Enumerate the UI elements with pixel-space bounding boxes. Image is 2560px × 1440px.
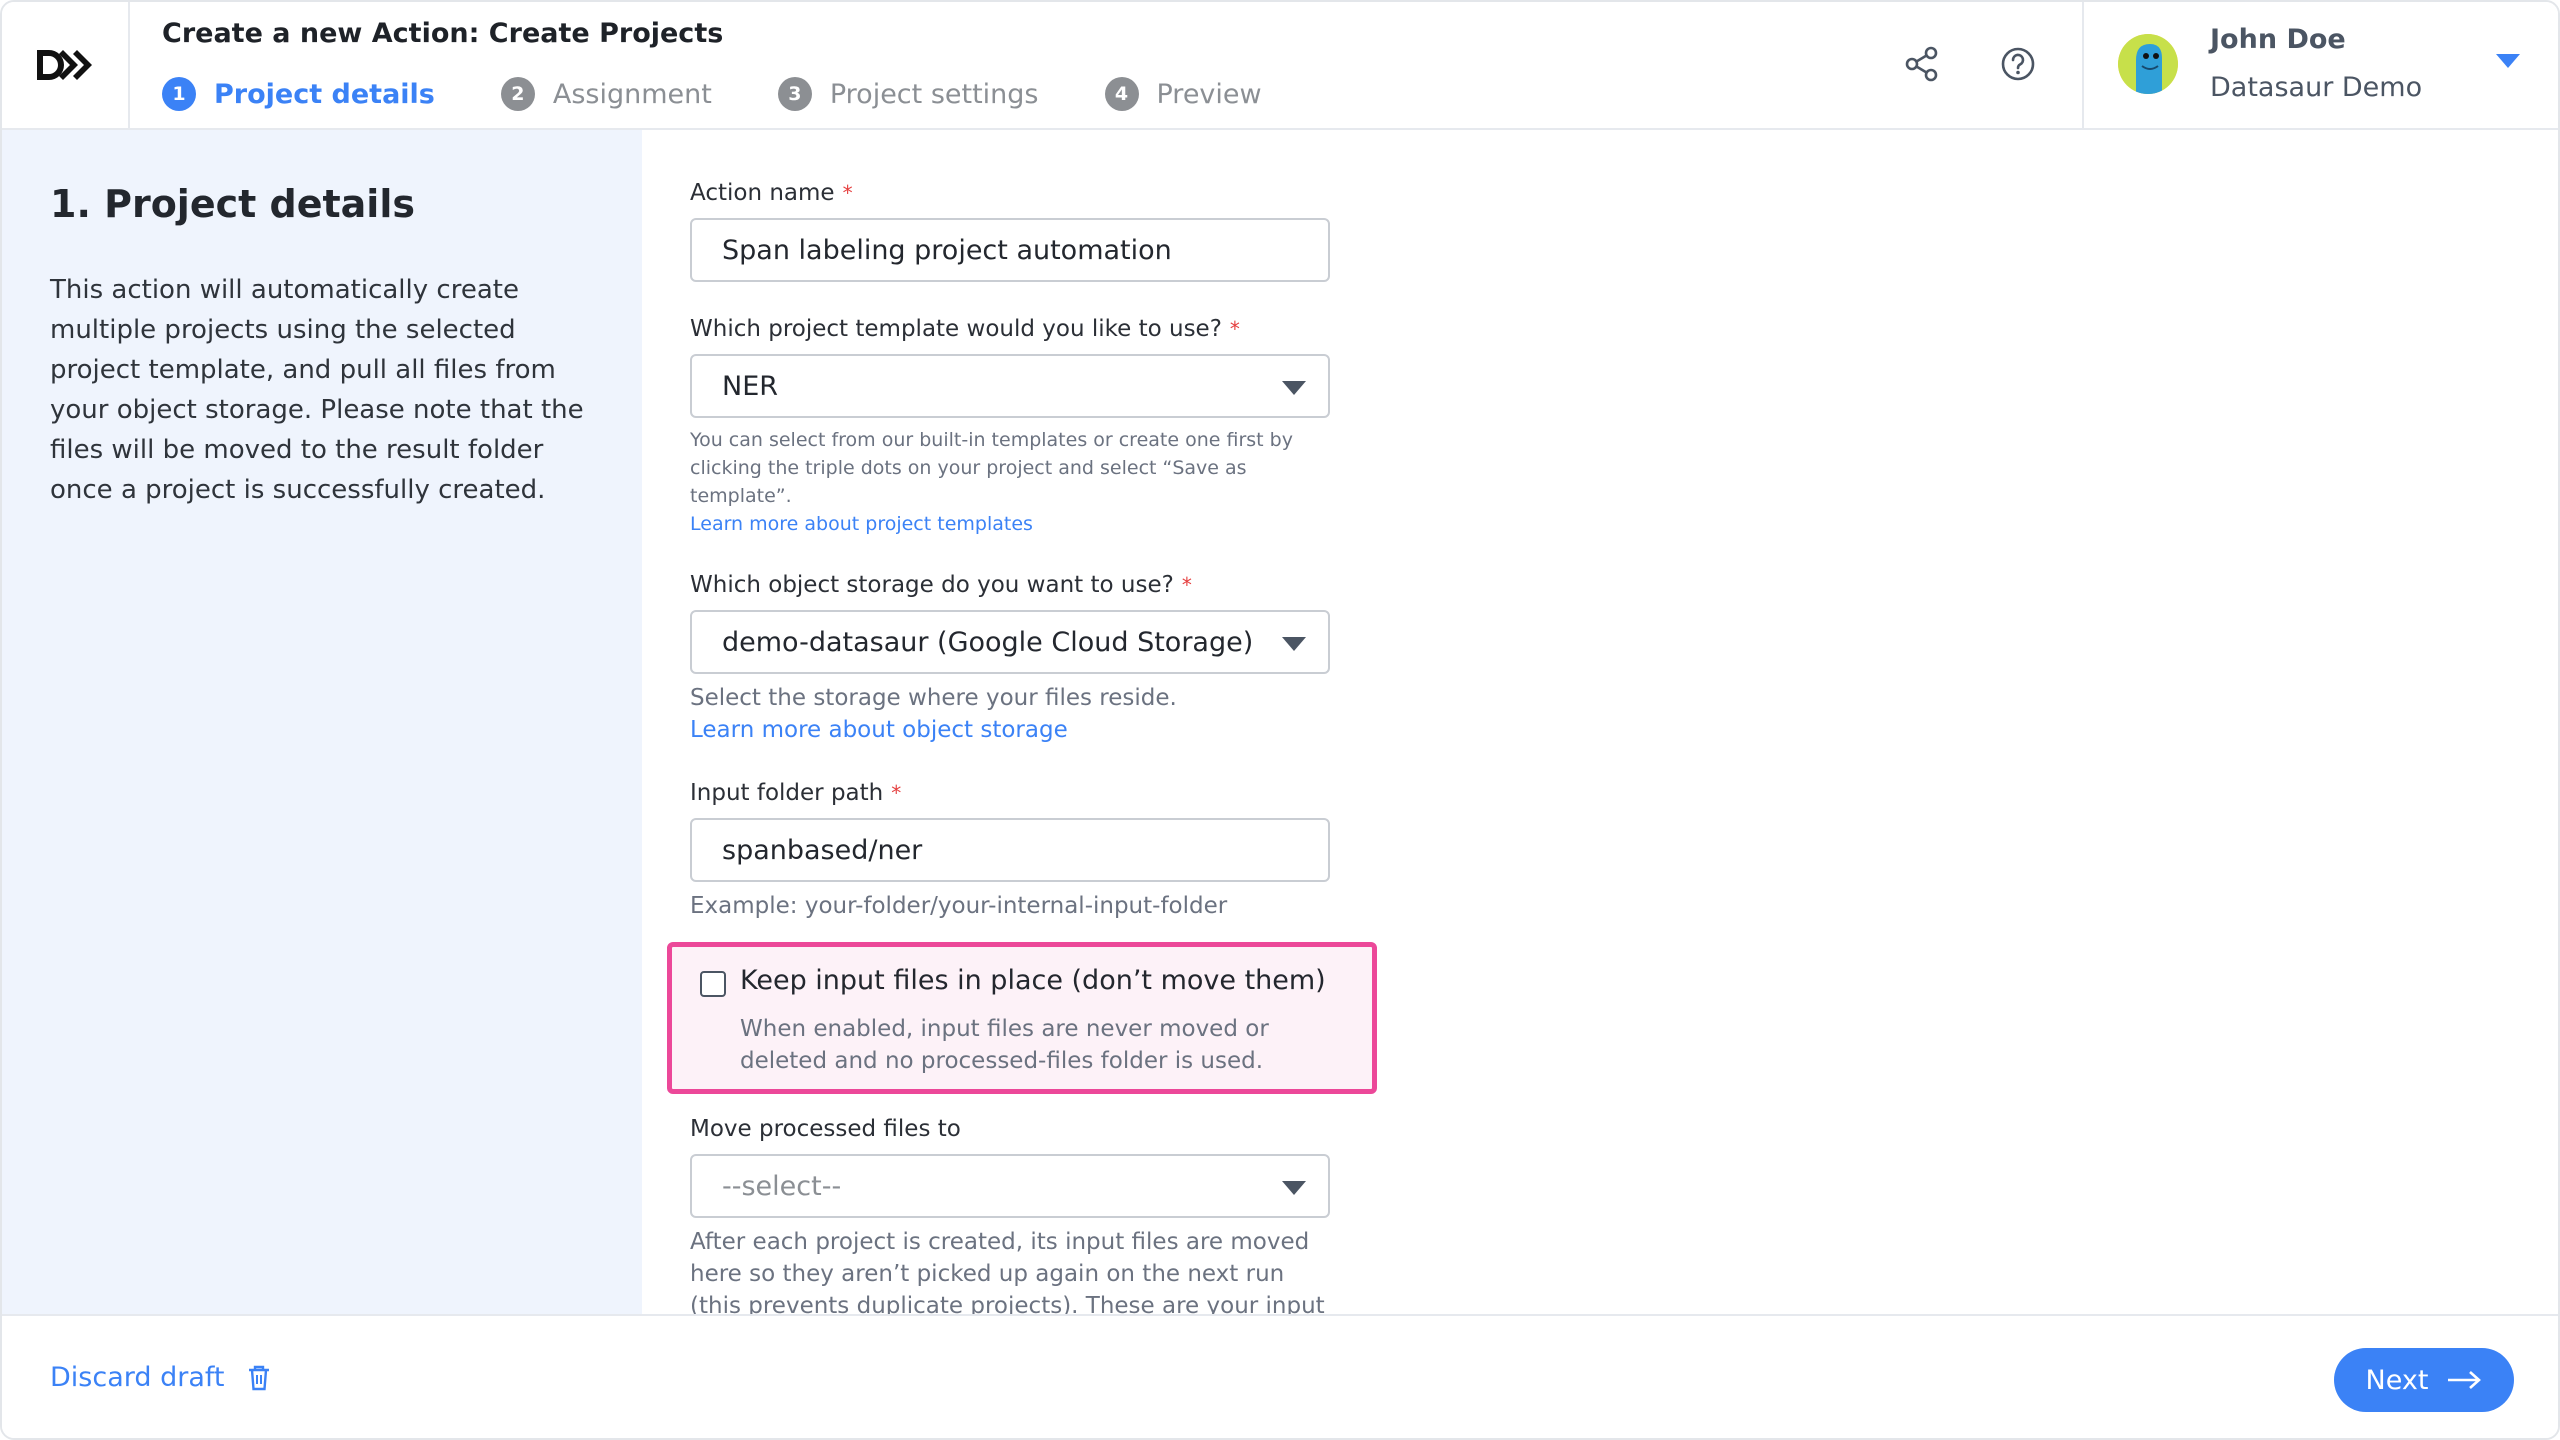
user-menu[interactable]: John Doe Datasaur Demo <box>2082 2 2558 128</box>
form-area: Action name * Span labeling project autom… <box>642 130 2558 1314</box>
next-label: Next <box>2365 1364 2429 1396</box>
label-text: Which object storage do you want to use? <box>690 572 1174 598</box>
avatar <box>2118 34 2178 94</box>
step-number: 4 <box>1104 77 1139 111</box>
logo[interactable] <box>2 2 130 128</box>
step-project-settings[interactable]: 3 Project settings <box>777 77 1039 111</box>
help-icon[interactable] <box>1996 42 2040 86</box>
discard-draft-button[interactable]: Discard draft <box>50 1362 271 1393</box>
select-value: NER <box>722 370 779 402</box>
keep-in-place-option: Keep input files in place (don’t move th… <box>667 942 1377 1094</box>
step-label: Project settings <box>829 78 1039 110</box>
chevron-down-icon <box>1282 381 1306 395</box>
keep-in-place-help: When enabled, input files are never move… <box>740 1016 1269 1074</box>
input-value: Span labeling project automation <box>722 234 1172 266</box>
required-marker: * <box>1181 573 1192 597</box>
next-button[interactable]: Next <box>2334 1348 2514 1412</box>
required-marker: * <box>842 181 853 205</box>
template-help: You can select from our built-in templat… <box>690 426 1330 538</box>
step-project-details[interactable]: 1 Project details <box>162 77 435 111</box>
action-name-input[interactable]: Span labeling project automation <box>690 218 1330 282</box>
label-text: Which project template would you like to… <box>690 316 1222 342</box>
stepper: 1 Project details 2 Assignment 3 Project… <box>162 72 1328 116</box>
left-panel: 1. Project details This action will auto… <box>2 130 642 1314</box>
help-text: You can select from our built-in templat… <box>690 429 1293 507</box>
input-folder-help: Example: your-folder/your-internal-input… <box>690 893 1228 919</box>
template-learn-more-link[interactable]: Learn more about project templates <box>690 510 1330 538</box>
user-organization: Datasaur Demo <box>2210 72 2423 103</box>
label-text: Action name <box>690 180 835 206</box>
select-placeholder: --select-- <box>722 1170 842 1202</box>
step-number: 2 <box>500 77 535 111</box>
input-folder-field[interactable]: spanbased/ner <box>690 818 1330 882</box>
input-value: spanbased/ner <box>722 834 923 866</box>
required-marker: * <box>891 781 902 805</box>
step-label: Project details <box>214 78 435 110</box>
storage-label: Which object storage do you want to use?… <box>690 572 1192 598</box>
storage-learn-more-link[interactable]: Learn more about object storage <box>690 714 1330 746</box>
page-title: Create a new Action: Create Projects <box>162 18 724 49</box>
action-name-label: Action name * <box>690 180 853 206</box>
step-number: 1 <box>162 77 196 111</box>
step-label: Preview <box>1156 78 1262 110</box>
section-description: This action will automatically create mu… <box>50 275 584 505</box>
template-label: Which project template would you like to… <box>690 316 1240 342</box>
chevron-down-icon <box>1282 1181 1306 1195</box>
label-text: Move processed files to <box>690 1116 961 1142</box>
discard-draft-label: Discard draft <box>50 1362 225 1393</box>
help-text: Select the storage where your files resi… <box>690 685 1177 711</box>
label-text: Input folder path <box>690 780 884 806</box>
step-number: 3 <box>777 77 812 111</box>
move-processed-help: After each project is created, its input… <box>690 1229 1325 1314</box>
select-value: demo-datasaur (Google Cloud Storage) <box>722 626 1254 658</box>
datasaur-logo-icon <box>37 50 92 80</box>
storage-select[interactable]: demo-datasaur (Google Cloud Storage) <box>690 610 1330 674</box>
arrow-right-icon <box>2448 1371 2482 1389</box>
move-processed-label: Move processed files to <box>690 1116 961 1142</box>
chevron-down-icon <box>1282 637 1306 651</box>
header: Create a new Action: Create Projects 1 P… <box>2 2 2558 130</box>
trash-icon <box>248 1365 269 1390</box>
move-processed-select[interactable]: --select-- <box>690 1154 1330 1218</box>
app-window: Create a new Action: Create Projects 1 P… <box>0 0 2560 1440</box>
user-name: John Doe <box>2210 24 2346 55</box>
chevron-down-icon[interactable] <box>2496 54 2520 68</box>
keep-in-place-label[interactable]: Keep input files in place (don’t move th… <box>740 965 1326 996</box>
share-icon[interactable] <box>1900 42 1944 86</box>
storage-help: Select the storage where your files resi… <box>690 682 1330 746</box>
section-title: 1. Project details <box>50 182 415 226</box>
step-preview[interactable]: 4 Preview <box>1104 77 1262 111</box>
keep-in-place-checkbox[interactable] <box>700 971 726 997</box>
step-assignment[interactable]: 2 Assignment <box>500 77 712 111</box>
footer: Discard draft Next <box>2 1314 2558 1438</box>
input-folder-label: Input folder path * <box>690 780 901 806</box>
required-marker: * <box>1229 317 1240 341</box>
step-label: Assignment <box>552 78 712 110</box>
template-select[interactable]: NER <box>690 354 1330 418</box>
